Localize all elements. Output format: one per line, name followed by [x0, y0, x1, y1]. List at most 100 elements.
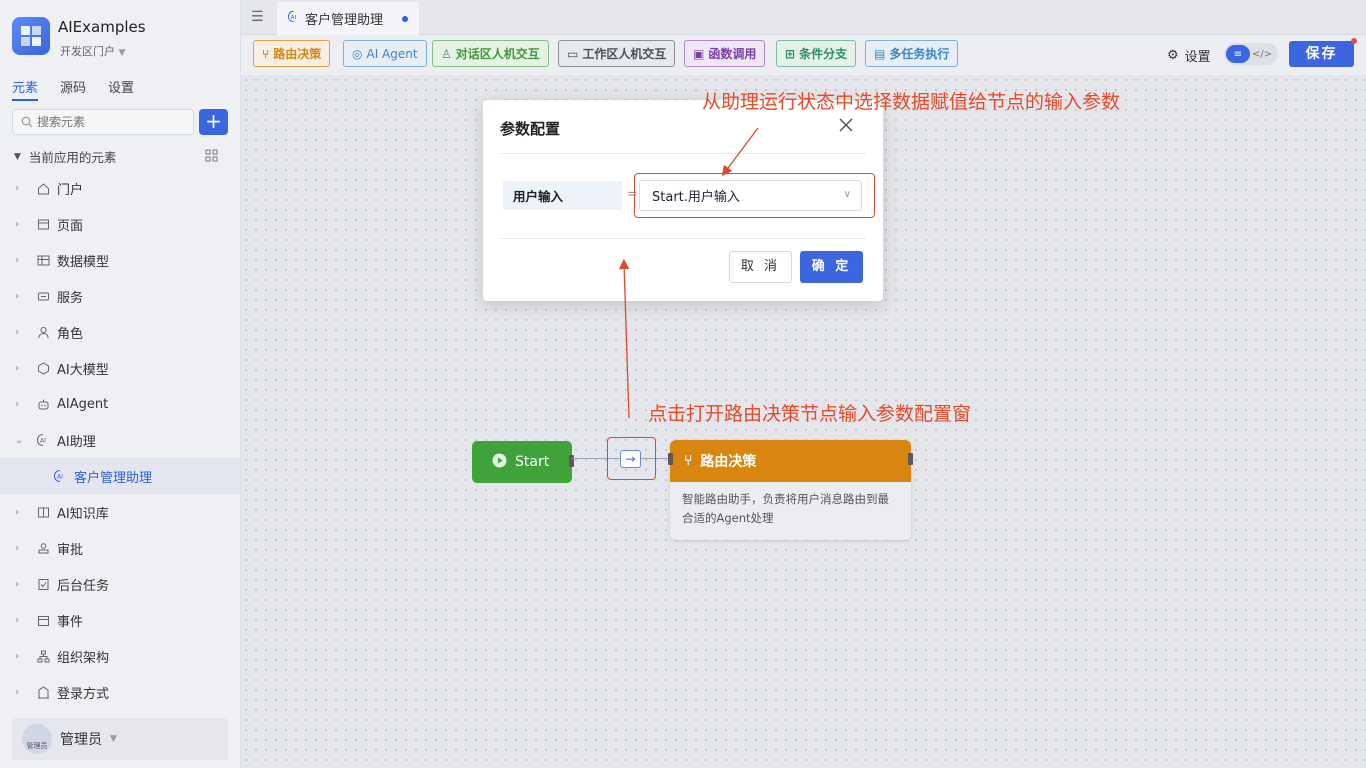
- sliders-icon[interactable]: ≡: [1226, 45, 1250, 63]
- sidebar-item-aiagent[interactable]: › AIAgent: [0, 386, 240, 422]
- code-icon[interactable]: </>: [1250, 45, 1274, 63]
- robot-icon: [35, 396, 51, 412]
- sidebar-item-background-task[interactable]: › 后台任务: [0, 566, 240, 602]
- unsaved-indicator: [1351, 38, 1357, 44]
- home-icon: [35, 180, 51, 196]
- add-workspace-interaction-button[interactable]: ▭ 工作区人机交互: [558, 40, 676, 67]
- sidebar-item-role[interactable]: › 角色: [0, 314, 240, 350]
- sidebar-item-org[interactable]: › 组织架构: [0, 638, 240, 674]
- collapse-sidebar-icon[interactable]: ☰: [251, 9, 264, 25]
- chevron-right-icon: ›: [15, 362, 19, 374]
- sidebar-item-label: AI知识库: [57, 506, 109, 522]
- add-function-call-button[interactable]: ▣ 函数调用: [684, 40, 766, 67]
- button-label: 路由决策: [273, 47, 322, 61]
- add-element-button[interactable]: +: [199, 109, 228, 135]
- user-menu[interactable]: 管理员 管理员 ▼: [12, 718, 228, 760]
- sidebar-item-service[interactable]: › 服务: [0, 278, 240, 314]
- divider: [500, 153, 866, 154]
- ai-icon: AI: [35, 432, 51, 448]
- sidebar-item-label: 角色: [57, 326, 84, 342]
- search-icon: [21, 116, 33, 128]
- caret-down-icon: ▼: [14, 151, 21, 162]
- role-icon: [35, 324, 51, 340]
- start-node[interactable]: Start: [472, 441, 572, 483]
- login-icon: [35, 684, 51, 700]
- tab-customer-assistant[interactable]: AI 客户管理助理: [277, 2, 419, 35]
- add-condition-button[interactable]: ⊞ 条件分支: [776, 40, 857, 67]
- org-icon: [35, 648, 51, 664]
- dialog-title: 参数配置: [500, 120, 561, 138]
- chevron-right-icon: ›: [15, 578, 19, 590]
- search-input[interactable]: [37, 115, 177, 129]
- settings-button[interactable]: ⚙ 设置: [1167, 46, 1211, 65]
- start-output-port[interactable]: [569, 455, 574, 467]
- sidebar-item-approval[interactable]: › 审批: [0, 530, 240, 566]
- task-icon: [35, 576, 51, 592]
- view-mode-toggle[interactable]: ≡ </>: [1224, 43, 1278, 65]
- book-icon: [35, 504, 51, 520]
- portal-label: 开发区门户: [60, 45, 115, 58]
- divider: [500, 238, 866, 239]
- sidebar-item-customer-assistant[interactable]: AI 客户管理助理: [0, 458, 240, 494]
- add-multitask-button[interactable]: ▤ 多任务执行: [865, 40, 959, 67]
- router-output-port[interactable]: [908, 453, 913, 465]
- sidebar-item-label: 服务: [57, 290, 84, 306]
- sidebar-item-portal[interactable]: › 门户: [0, 170, 240, 206]
- sidebar-item-login[interactable]: › 登录方式: [0, 674, 240, 710]
- param-label: 用户输入: [503, 181, 622, 210]
- sidebar-item-data-model[interactable]: › 数据模型: [0, 242, 240, 278]
- svg-text:AI: AI: [291, 15, 297, 21]
- sidebar-item-label: 页面: [57, 218, 84, 234]
- gear-icon: ⚙: [1167, 48, 1179, 63]
- sidebar-item-label: 审批: [57, 542, 84, 558]
- chevron-right-icon: ›: [15, 614, 19, 626]
- tab-elements[interactable]: 元素: [12, 77, 39, 101]
- close-icon[interactable]: [838, 117, 856, 135]
- chevron-right-icon: ›: [15, 398, 19, 410]
- router-input-port[interactable]: [668, 453, 673, 465]
- tab-settings[interactable]: 设置: [108, 77, 134, 101]
- branch-icon: ⑂: [684, 453, 693, 469]
- sidebar-item-ai-knowledge[interactable]: › AI知识库: [0, 494, 240, 530]
- sidebar-item-label: 登录方式: [57, 686, 110, 702]
- sidebar-item-label: 组织架构: [57, 650, 110, 666]
- sidebar-item-label: 数据模型: [57, 254, 110, 270]
- app-name: AIExamples: [58, 18, 146, 36]
- model-icon: [35, 360, 51, 376]
- tab-label: 客户管理助理: [305, 13, 384, 28]
- editor-tabbar: ☰ AI 客户管理助理: [241, 0, 1366, 35]
- sidebar-item-label: 客户管理助理: [74, 470, 153, 486]
- layout-icon[interactable]: [205, 149, 218, 166]
- tab-source[interactable]: 源码: [60, 77, 86, 101]
- search-box[interactable]: [12, 109, 194, 135]
- sidebar-item-event[interactable]: › 事件: [0, 602, 240, 638]
- multitask-icon: ▤: [874, 46, 886, 61]
- sidebar-item-label: 门户: [57, 182, 84, 198]
- element-tree: › 门户 › 页面 › 数据模型 › 服务 › 角色 › AI大模型 › AIAgent ⌄ A…: [0, 170, 240, 710]
- sidebar-item-ai-model[interactable]: › AI大模型: [0, 350, 240, 386]
- app-logo: [12, 17, 50, 55]
- portal-selector[interactable]: 开发区门户 ▼: [60, 43, 125, 59]
- button-label: 多任务执行: [889, 47, 950, 61]
- avatar: 管理员: [22, 724, 52, 754]
- confirm-button[interactable]: 确 定: [800, 251, 863, 283]
- router-node[interactable]: ⑂ 路由决策 智能路由助手，负责将用户消息路由到最合适的Agent处理: [670, 440, 911, 540]
- sidebar: AIExamples 开发区门户 ▼ 元素 源码 设置 + ▼ 当前应用的元素 …: [0, 0, 241, 768]
- add-agent-button[interactable]: ◎ AI Agent: [343, 40, 427, 67]
- add-chat-interaction-button[interactable]: ♙ 对话区人机交互: [432, 40, 549, 67]
- cancel-button[interactable]: 取 消: [729, 251, 792, 283]
- ai-icon: AI: [287, 10, 300, 27]
- highlight-box: [607, 437, 656, 480]
- chevron-down-icon: ⌄: [15, 434, 24, 446]
- sidebar-item-page[interactable]: › 页面: [0, 206, 240, 242]
- sidebar-item-label: AI大模型: [57, 362, 109, 378]
- page-icon: [35, 216, 51, 232]
- ai-icon: AI: [52, 468, 68, 484]
- button-label: 条件分支: [799, 47, 848, 61]
- chevron-right-icon: ›: [15, 650, 19, 662]
- sidebar-item-ai-assistant[interactable]: ⌄ AI AI助理: [0, 422, 240, 458]
- chevron-right-icon: ›: [15, 290, 19, 302]
- save-button[interactable]: 保存: [1289, 41, 1354, 67]
- add-router-button[interactable]: ⑂ 路由决策: [253, 40, 331, 67]
- section-header[interactable]: ▼ 当前应用的元素: [14, 147, 116, 166]
